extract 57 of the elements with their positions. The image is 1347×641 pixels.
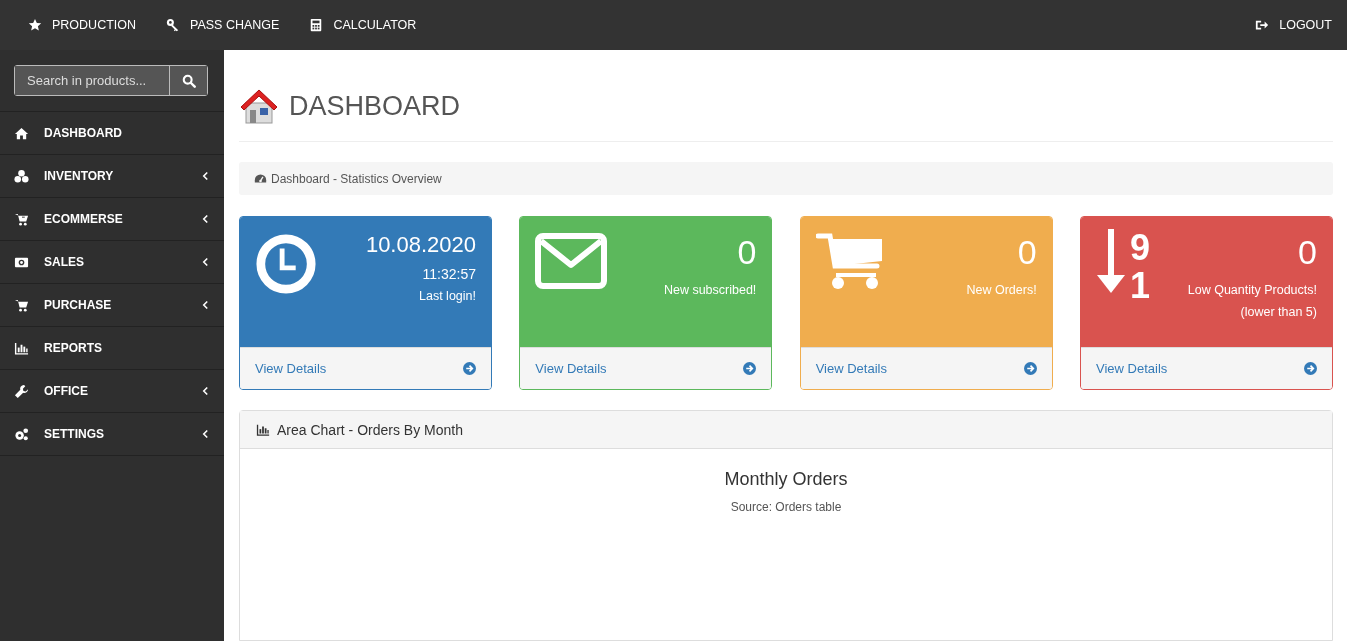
nav-link[interactable]: PRODUCTION	[28, 18, 137, 32]
stat-value: 0	[1017, 232, 1037, 273]
wrench-icon	[14, 383, 29, 399]
chevron-left-icon	[202, 429, 209, 439]
cubes-icon	[14, 168, 29, 184]
chevron-left-icon	[202, 171, 209, 181]
stat-label: Last login!	[419, 288, 476, 305]
arrow-circle-right-icon	[1304, 362, 1317, 375]
page-title: DASHBOARD	[289, 90, 461, 122]
cart-plus-icon	[14, 211, 29, 227]
stat-label: New Orders!	[966, 282, 1037, 299]
sidebar-item[interactable]: REPORTS	[0, 326, 224, 369]
stat-label: 11:32:57	[422, 265, 476, 284]
arrow-circle-right-icon	[1023, 362, 1037, 375]
sidebar-item[interactable]: OFFICE	[0, 369, 224, 412]
stat-label: New subscribed!	[663, 282, 757, 299]
sidebar-item[interactable]: INVENTORY	[0, 154, 224, 197]
stat-value: 0	[1298, 232, 1317, 273]
calculator-icon	[309, 18, 324, 32]
sidebar-item[interactable]: ECOMMERSE	[0, 197, 224, 240]
sidebar-item[interactable]: PURCHASE	[0, 283, 224, 326]
star-icon	[28, 18, 42, 32]
stat-value: 10.08.2020	[365, 231, 476, 259]
nav-link[interactable]: CALCULATOR	[309, 18, 417, 32]
chart-title: Monthly Orders	[723, 469, 849, 490]
nav-link[interactable]: PASS CHANGE	[166, 18, 280, 32]
breadcrumb-text: Dashboard - Statistics Overview	[271, 171, 442, 186]
view-details-link[interactable]: View Details	[520, 347, 772, 389]
view-details-link[interactable]: View Details	[1081, 347, 1332, 389]
chevron-left-icon	[202, 300, 209, 310]
stat-value: 0	[737, 232, 757, 273]
sign-out-icon	[1255, 18, 1270, 32]
sidebar-item[interactable]: SETTINGS	[0, 412, 224, 456]
arrow-circle-right-icon	[743, 362, 757, 375]
panel-heading: Area Chart - Orders By Month	[277, 421, 463, 438]
stat-label: (lower than 5)	[1240, 304, 1317, 321]
gears-icon	[14, 426, 29, 442]
view-details-link[interactable]: View Details	[240, 347, 491, 389]
dashboard-gauge-icon	[254, 172, 267, 185]
cart-icon	[14, 297, 29, 313]
clock-icon	[255, 233, 317, 295]
key-icon	[166, 18, 181, 32]
view-details-link[interactable]: View Details	[800, 347, 1052, 389]
chart-icon	[14, 340, 29, 356]
chevron-left-icon	[202, 214, 209, 224]
chart-subtitle: Source: Orders table	[729, 500, 843, 514]
arrow-circle-right-icon	[463, 362, 476, 375]
stat-label: Low Quantity Products!	[1187, 282, 1317, 299]
home-icon	[14, 125, 29, 141]
chevron-left-icon	[202, 257, 209, 267]
chevron-left-icon	[202, 386, 209, 396]
sidebar-item[interactable]: DASHBOARD	[0, 111, 224, 154]
sidebar-item[interactable]: SALES	[0, 240, 224, 283]
envelope-icon	[535, 233, 608, 289]
bar-chart-icon	[255, 422, 271, 437]
logout-link[interactable]: LOGOUT	[1255, 18, 1332, 32]
shopping-cart-icon	[815, 233, 884, 291]
